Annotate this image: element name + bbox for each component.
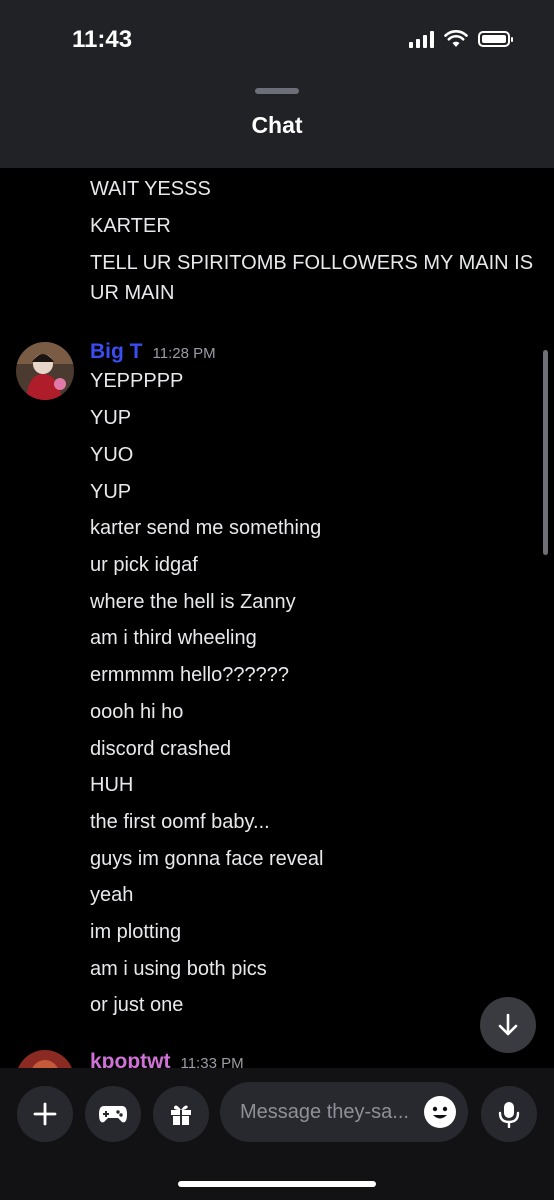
message-text: TELL UR SPIRITOMB FOLLOWERS MY MAIN IS	[90, 252, 534, 274]
voice-message-button[interactable]	[481, 1086, 537, 1142]
activities-button[interactable]	[85, 1086, 141, 1142]
author-name[interactable]: kpoptwt	[90, 1050, 170, 1068]
message-text: UR MAIN	[90, 282, 175, 304]
wifi-icon	[444, 30, 468, 47]
message-text: the first oomf baby...	[90, 811, 270, 833]
avatar[interactable]	[16, 1050, 74, 1068]
message-text: am i third wheeling	[90, 627, 257, 649]
scrollbar[interactable]	[543, 350, 548, 555]
microphone-icon	[498, 1102, 520, 1128]
message-text: guys im gonna face reveal	[90, 848, 324, 870]
sheet-grabber[interactable]	[255, 88, 299, 94]
message-text: ermmmm hello??????	[90, 664, 289, 686]
message-header: Big T 11:28 PM	[90, 340, 216, 364]
message-input-placeholder: Message they-sa...	[240, 1100, 409, 1123]
message-input[interactable]: Message they-sa...	[220, 1082, 468, 1142]
add-attachment-button[interactable]	[17, 1086, 73, 1142]
message-text: where the hell is Zanny	[90, 591, 296, 613]
message-text: discord crashed	[90, 738, 232, 760]
gift-button[interactable]	[153, 1086, 209, 1142]
message-text: im plotting	[90, 921, 182, 943]
message-text: YEPPPPP	[90, 370, 184, 392]
jump-to-present-button[interactable]	[480, 997, 536, 1053]
emoji-button[interactable]	[424, 1096, 456, 1128]
avatar[interactable]	[16, 342, 74, 400]
message-text: yeah	[90, 884, 134, 906]
message-timestamp: 11:28 PM	[152, 345, 216, 362]
gift-icon	[171, 1105, 191, 1125]
cellular-signal-icon	[409, 30, 434, 48]
emoji-icon	[432, 1106, 448, 1119]
battery-icon	[478, 31, 513, 47]
author-name[interactable]: Big T	[90, 340, 143, 364]
message-header: kpoptwt 11:33 PM	[90, 1050, 244, 1068]
gamepad-icon	[99, 1106, 127, 1123]
page-title: Chat	[251, 112, 303, 138]
message-text: am i using both pics	[90, 958, 267, 980]
home-indicator[interactable]	[178, 1181, 376, 1187]
top-bar: 11:43 Chat	[0, 0, 554, 168]
message-text: oooh hi ho	[90, 701, 184, 723]
status-time: 11:43	[72, 26, 133, 53]
message-text: HUH	[90, 774, 134, 796]
message-text: WAIT YESSS	[90, 178, 211, 200]
message-text: YUP	[90, 407, 132, 429]
message-text: YUO	[90, 444, 134, 466]
message-text: ur pick idgaf	[90, 554, 198, 576]
message-timestamp: 11:33 PM	[180, 1055, 244, 1068]
status-icons	[409, 30, 513, 48]
message-text: or just one	[90, 994, 184, 1016]
message-list[interactable]: WAIT YESSS KARTER TELL UR SPIRITOMB FOLL…	[0, 168, 554, 1068]
arrow-down-icon	[498, 1013, 518, 1036]
message-text: karter send me something	[90, 517, 322, 539]
message-text: KARTER	[90, 215, 171, 237]
plus-icon	[33, 1102, 57, 1126]
message-text: YUP	[90, 481, 132, 503]
